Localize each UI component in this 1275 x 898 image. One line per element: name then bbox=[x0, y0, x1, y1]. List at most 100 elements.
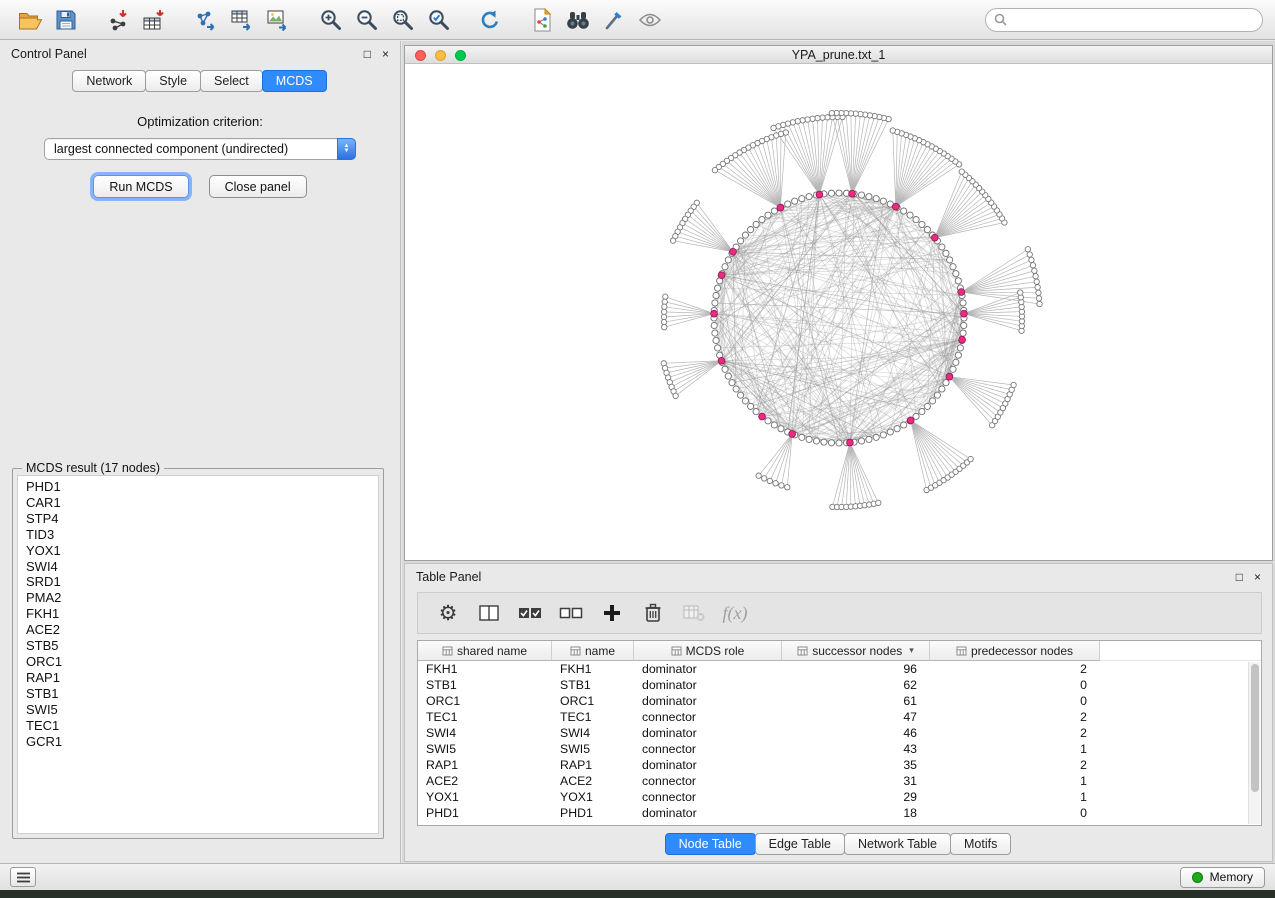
mcds-result-item[interactable]: SWI5 bbox=[18, 702, 378, 718]
mcds-result-item[interactable]: TEC1 bbox=[18, 718, 378, 734]
criterion-dropdown[interactable]: largest connected component (undirected)… bbox=[44, 138, 356, 160]
table-cell: connector bbox=[634, 773, 782, 789]
network-window-titlebar[interactable]: YPA_prune.txt_1 bbox=[405, 46, 1272, 64]
table-row[interactable]: PHD1PHD1dominator180 bbox=[418, 805, 1261, 821]
table-settings-button[interactable]: ⚙ bbox=[432, 598, 464, 628]
import-network-button[interactable] bbox=[100, 4, 136, 36]
mcds-result-item[interactable]: RAP1 bbox=[18, 670, 378, 686]
tab-network[interactable]: Network bbox=[72, 70, 146, 92]
table-cell: 47 bbox=[782, 709, 930, 725]
node-table: shared name name MCDS role successor nod… bbox=[417, 640, 1262, 826]
network-graph[interactable] bbox=[405, 64, 1272, 560]
show-columns-button[interactable] bbox=[473, 598, 505, 628]
delete-column-button[interactable] bbox=[637, 598, 669, 628]
float-window-icon[interactable]: □ bbox=[1236, 571, 1243, 583]
mcds-result-item[interactable]: ORC1 bbox=[18, 654, 378, 670]
table-cell: SWI5 bbox=[418, 741, 552, 757]
scrollbar-thumb[interactable] bbox=[1251, 664, 1259, 792]
column-header-predecessor-nodes[interactable]: predecessor nodes bbox=[930, 641, 1100, 661]
table-row[interactable]: SWI5SWI5connector431 bbox=[418, 741, 1261, 757]
table-row[interactable]: RAP1RAP1dominator352 bbox=[418, 757, 1261, 773]
mcds-result-item[interactable]: PMA2 bbox=[18, 590, 378, 606]
search-input[interactable] bbox=[1013, 13, 1254, 27]
column-label: successor nodes bbox=[812, 644, 902, 658]
apply-style-button[interactable] bbox=[596, 4, 632, 36]
fx-icon: f(x) bbox=[723, 603, 748, 624]
status-menu-button[interactable] bbox=[10, 867, 36, 887]
tab-mcds[interactable]: MCDS bbox=[262, 70, 327, 92]
close-window-icon[interactable]: × bbox=[1254, 571, 1261, 583]
mcds-result-item[interactable]: FKH1 bbox=[18, 606, 378, 622]
mcds-result-item[interactable]: CAR1 bbox=[18, 495, 378, 511]
close-panel-button[interactable]: Close panel bbox=[209, 175, 307, 198]
import-table-icon bbox=[142, 9, 166, 31]
table-cell: TEC1 bbox=[418, 709, 552, 725]
criterion-selected-value: largest connected component (undirected) bbox=[54, 142, 288, 156]
function-builder-button[interactable]: f(x) bbox=[719, 598, 751, 628]
run-mcds-button[interactable]: Run MCDS bbox=[93, 175, 188, 198]
tab-motifs[interactable]: Motifs bbox=[950, 833, 1011, 855]
mcds-result-item[interactable]: ACE2 bbox=[18, 622, 378, 638]
float-window-icon[interactable]: □ bbox=[364, 48, 371, 60]
column-header-shared-name[interactable]: shared name bbox=[418, 641, 552, 661]
column-header-successor-nodes[interactable]: successor nodes ▾ bbox=[782, 641, 930, 661]
table-row[interactable]: TEC1TEC1connector472 bbox=[418, 709, 1261, 725]
memory-button[interactable]: Memory bbox=[1180, 867, 1265, 888]
tab-node-table[interactable]: Node Table bbox=[665, 833, 756, 855]
toolbar-separator bbox=[456, 19, 472, 20]
mcds-result-item[interactable]: YOX1 bbox=[18, 543, 378, 559]
table-cell-filler bbox=[1100, 773, 1261, 789]
minimize-traffic-icon[interactable] bbox=[435, 50, 446, 61]
tab-select[interactable]: Select bbox=[200, 70, 263, 92]
tab-edge-table[interactable]: Edge Table bbox=[755, 833, 845, 855]
tab-style[interactable]: Style bbox=[145, 70, 201, 92]
open-file-button[interactable] bbox=[12, 4, 48, 36]
table-row[interactable]: FKH1FKH1dominator962 bbox=[418, 661, 1261, 677]
table-cell: 1 bbox=[930, 773, 1100, 789]
tab-network-table[interactable]: Network Table bbox=[844, 833, 951, 855]
maximize-traffic-icon[interactable] bbox=[455, 50, 466, 61]
select-all-columns-button[interactable] bbox=[514, 598, 546, 628]
zoom-in-button[interactable] bbox=[312, 4, 348, 36]
mcds-result-item[interactable]: PHD1 bbox=[18, 479, 378, 495]
column-header-name[interactable]: name bbox=[552, 641, 634, 661]
mcds-result-item[interactable]: TID3 bbox=[18, 527, 378, 543]
main-toolbar bbox=[0, 0, 1275, 40]
refresh-button[interactable] bbox=[472, 4, 508, 36]
table-cell: dominator bbox=[634, 661, 782, 677]
mcds-result-item[interactable]: STB1 bbox=[18, 686, 378, 702]
table-scrollbar[interactable] bbox=[1248, 662, 1260, 824]
table-panel-tabs: Node Table Edge Table Network Table Moti… bbox=[405, 833, 1272, 855]
zoom-fit-button[interactable] bbox=[384, 4, 420, 36]
unselect-all-columns-button[interactable] bbox=[555, 598, 587, 628]
zoom-selected-button[interactable] bbox=[420, 4, 456, 36]
mcds-result-list[interactable]: PHD1CAR1STP4TID3YOX1SWI4SRD1PMA2FKH1ACE2… bbox=[17, 475, 379, 834]
table-cell: 61 bbox=[782, 693, 930, 709]
table-row[interactable]: YOX1YOX1connector291 bbox=[418, 789, 1261, 805]
create-column-button[interactable] bbox=[596, 598, 628, 628]
table-cell: TEC1 bbox=[552, 709, 634, 725]
mcds-result-item[interactable]: GCR1 bbox=[18, 734, 378, 750]
search-box[interactable] bbox=[985, 8, 1263, 32]
table-row[interactable]: STB1STB1dominator620 bbox=[418, 677, 1261, 693]
zoom-out-button[interactable] bbox=[348, 4, 384, 36]
share-document-button[interactable] bbox=[524, 4, 560, 36]
export-network-button[interactable] bbox=[188, 4, 224, 36]
column-header-mcds-role[interactable]: MCDS role bbox=[634, 641, 782, 661]
mcds-result-item[interactable]: STP4 bbox=[18, 511, 378, 527]
show-details-button[interactable] bbox=[632, 4, 668, 36]
mcds-result-item[interactable]: STB5 bbox=[18, 638, 378, 654]
table-row[interactable]: ORC1ORC1dominator610 bbox=[418, 693, 1261, 709]
export-image-button[interactable] bbox=[260, 4, 296, 36]
close-traffic-icon[interactable] bbox=[415, 50, 426, 61]
find-button[interactable] bbox=[560, 4, 596, 36]
close-window-icon[interactable]: × bbox=[382, 48, 389, 60]
import-table-button[interactable] bbox=[136, 4, 172, 36]
table-row[interactable]: ACE2ACE2connector311 bbox=[418, 773, 1261, 789]
save-session-button[interactable] bbox=[48, 4, 84, 36]
mcds-result-item[interactable]: SRD1 bbox=[18, 574, 378, 590]
delete-table-button[interactable] bbox=[678, 598, 710, 628]
export-table-button[interactable] bbox=[224, 4, 260, 36]
mcds-result-item[interactable]: SWI4 bbox=[18, 559, 378, 575]
table-row[interactable]: SWI4SWI4dominator462 bbox=[418, 725, 1261, 741]
